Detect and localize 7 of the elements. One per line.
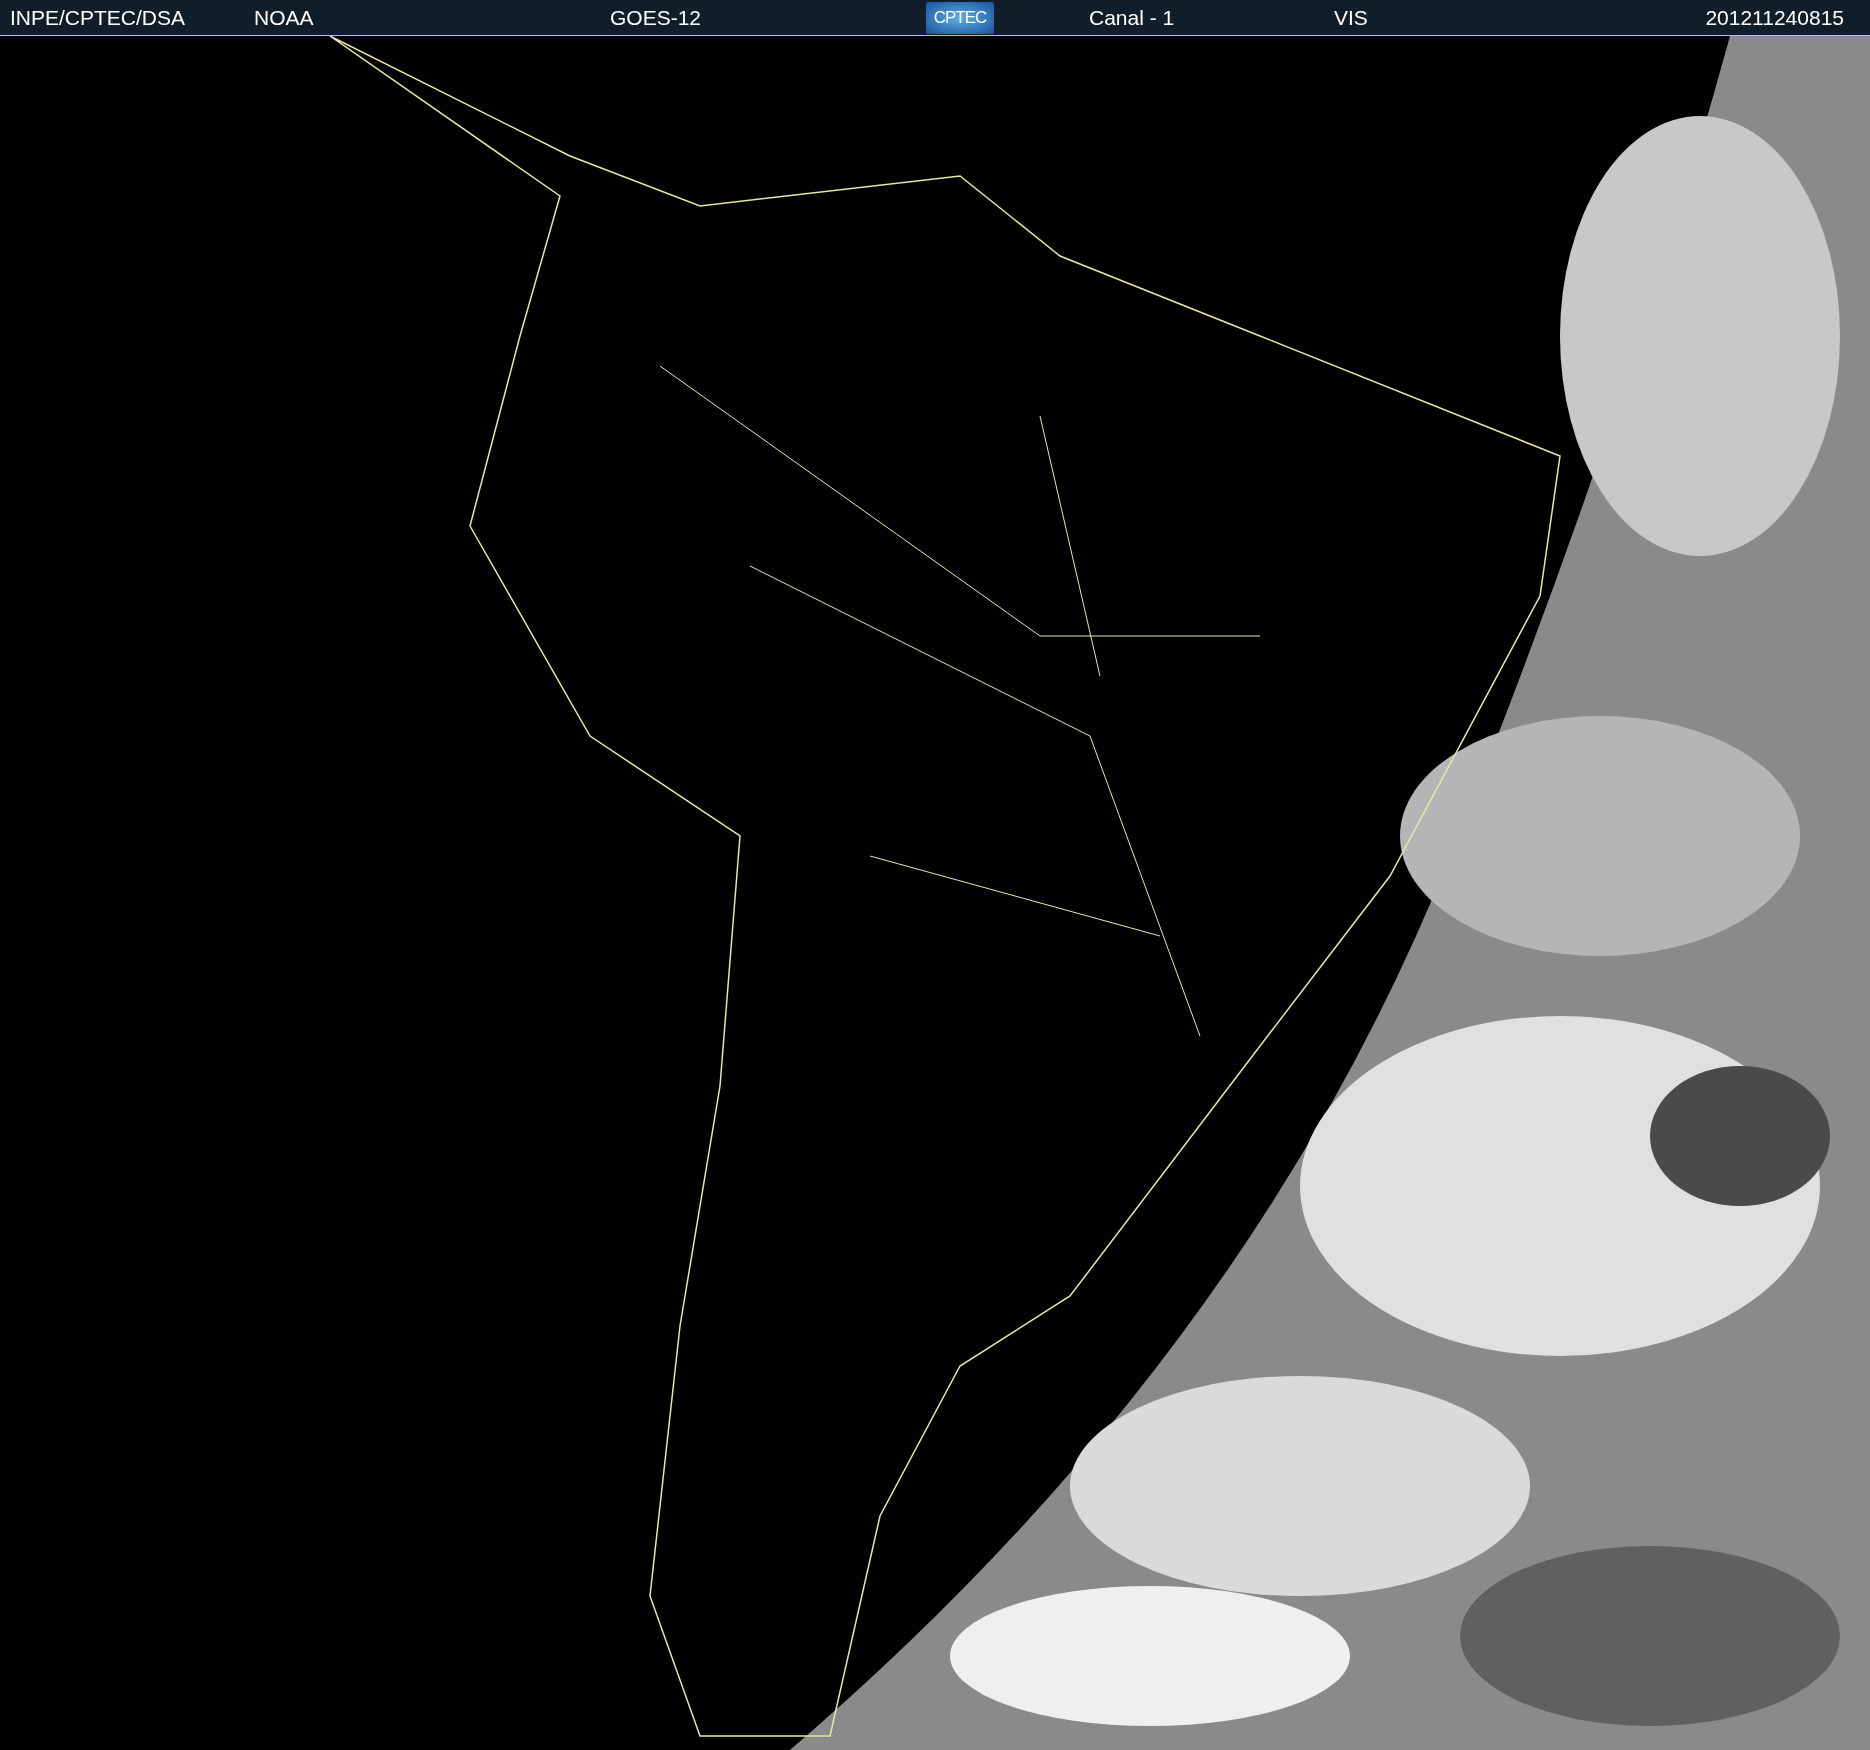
logo: CPTEC <box>926 1 994 34</box>
header-label: INPE/CPTEC/DSA <box>10 5 186 30</box>
header-label: NOAA <box>254 5 314 30</box>
header-label: GOES-12 <box>610 5 702 30</box>
header-label: VIS <box>1334 5 1368 30</box>
header-label: 201211240815 <box>1705 5 1844 30</box>
header-label: Canal - 1 <box>1089 5 1175 30</box>
